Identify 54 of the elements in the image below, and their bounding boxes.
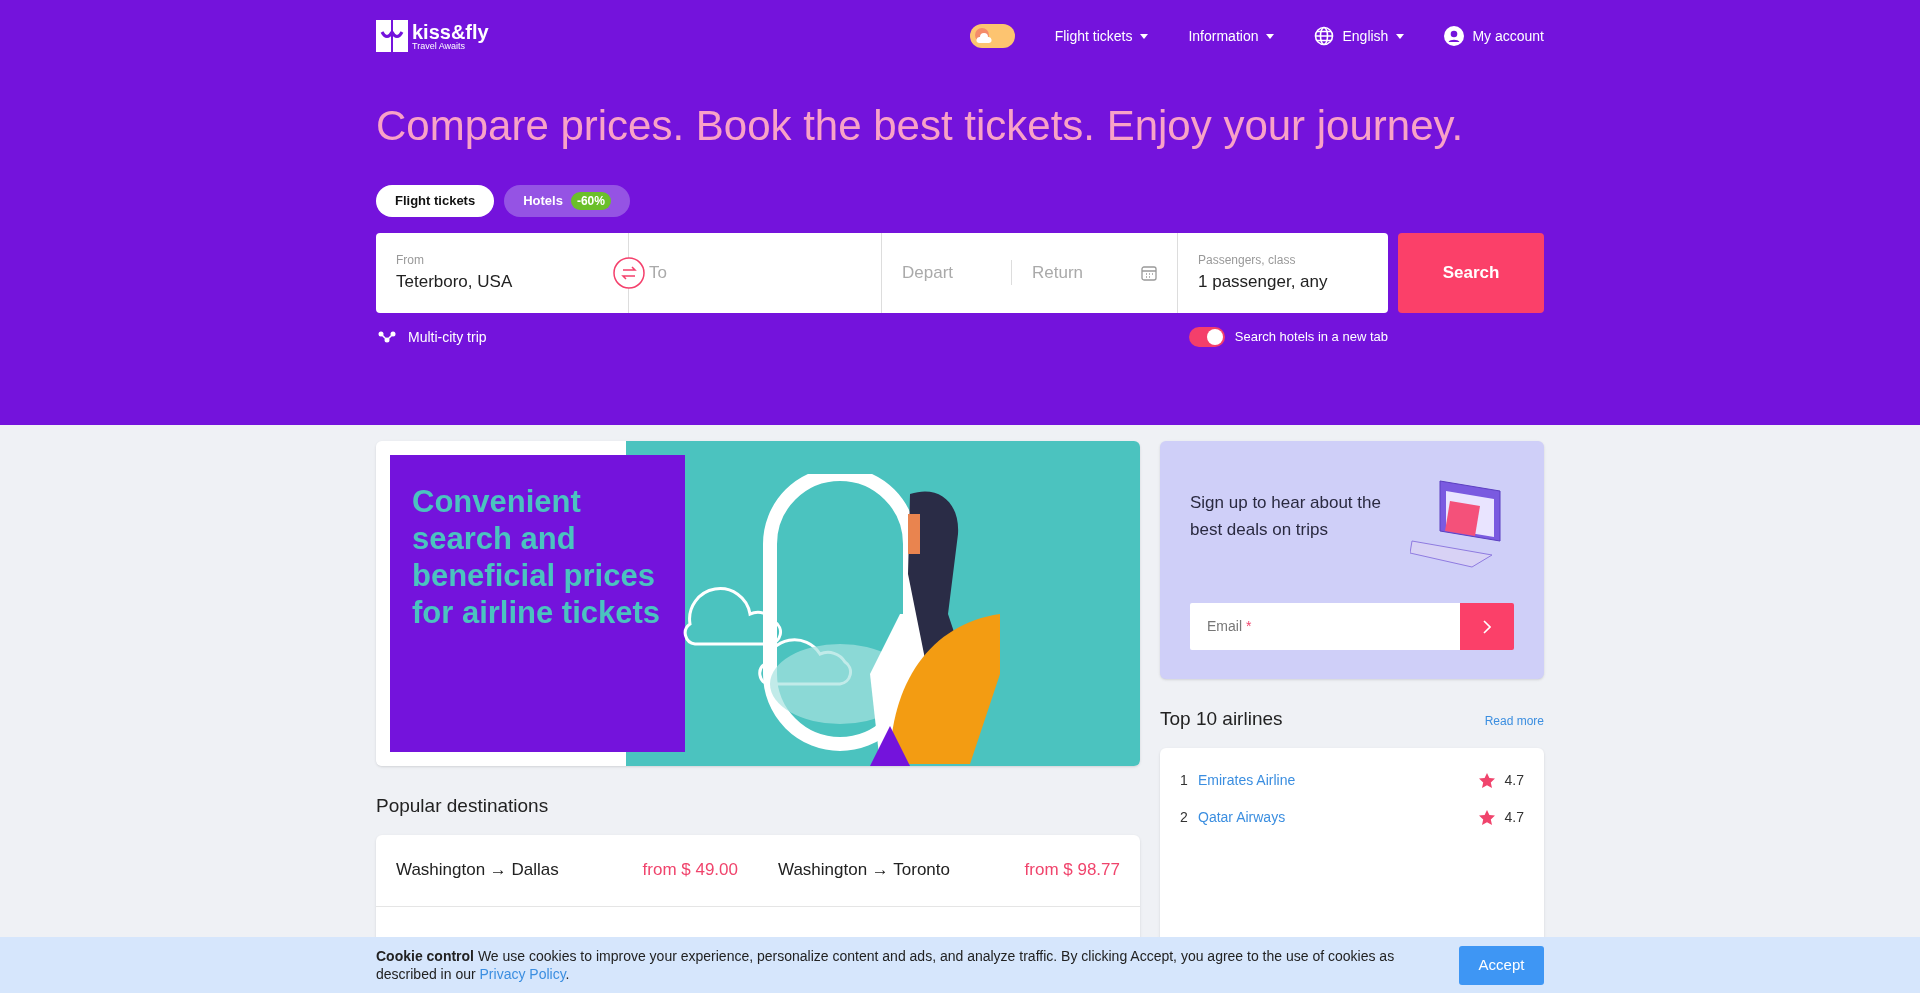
destination-link[interactable]: Washington → Toronto from $ 98.77	[758, 834, 1140, 906]
nav-link[interactable]: English	[1314, 25, 1405, 47]
airline-rating: 4.7	[1504, 770, 1524, 790]
discount-badge: -60%	[570, 191, 611, 210]
airline-rank: 2	[1180, 807, 1189, 827]
sun-cloud-icon	[973, 27, 994, 45]
airline-link[interactable]: Emirates Airline	[1198, 769, 1296, 791]
user-icon	[1444, 26, 1465, 46]
email-placeholder: Email	[1207, 617, 1242, 636]
from-field[interactable]: Teterboro, USA	[396, 268, 608, 295]
return-field[interactable]: Return	[1032, 259, 1132, 286]
passengers-field[interactable]: 1 passenger, any	[1198, 268, 1368, 295]
hotels-toggle-label: Search hotels in a new tab	[1234, 328, 1388, 347]
multi-city-link[interactable]: Multi-city trip	[378, 326, 487, 348]
theme-toggle[interactable]	[969, 24, 1015, 48]
required-mark: *	[1246, 617, 1252, 636]
destination-link[interactable]: Washington → Dallas from $ 49.00	[376, 834, 758, 906]
cookie-text: Cookie control We use cookies to improve your experience, personalize content and ads, and analyze traffic. By clicking Accept, you agree to the use of cookies as described in our Privacy Policy.	[376, 947, 1396, 983]
globe-icon	[1314, 26, 1335, 46]
search-tab[interactable]: Hotels -60%	[504, 184, 630, 217]
depart-field[interactable]: Depart	[902, 259, 1012, 286]
airline-rank: 1	[1180, 770, 1189, 790]
star-icon	[1478, 809, 1495, 825]
nav-link[interactable]: Information	[1188, 25, 1275, 47]
caret-icon	[1140, 33, 1149, 39]
swap-icon[interactable]	[613, 256, 645, 289]
logo-name: kiss&fly	[412, 21, 489, 42]
route-icon	[378, 330, 396, 344]
airline-rating: 4.7	[1504, 807, 1524, 827]
to-field[interactable]: To	[649, 259, 881, 286]
passengers-label: Passengers, class	[1198, 251, 1297, 269]
newsletter-text: Sign up to hear about the best deals on trips	[1190, 492, 1382, 541]
route-price: from $ 98.77	[1024, 859, 1120, 882]
section-title: Top 10 airlines	[1160, 707, 1283, 731]
from-label: From	[396, 251, 425, 269]
route-price: from $ 49.00	[642, 859, 738, 882]
search-tab[interactable]: Flight tickets	[376, 184, 495, 217]
chevron-right-icon	[1483, 619, 1491, 634]
hotels-toggle[interactable]	[1188, 327, 1225, 347]
section-title: Popular destinations	[376, 794, 550, 818]
route-name: Washington → Dallas	[396, 859, 559, 882]
calendar-icon	[1141, 264, 1157, 281]
logo-tagline: Travel Awaits	[412, 41, 466, 51]
headline: Compare prices. Book the best tickets. Enjoy your journey.	[376, 101, 1465, 151]
caret-icon	[1396, 33, 1405, 39]
caret-icon	[1266, 33, 1275, 39]
airline-link[interactable]: Qatar Airways	[1198, 806, 1286, 828]
star-icon	[1478, 772, 1495, 788]
route-name: Washington → Toronto	[778, 859, 950, 882]
nav-link[interactable]: My account	[1444, 25, 1544, 47]
banner-text: Convenient search and beneficial prices for airline tickets	[412, 483, 662, 631]
nav-link[interactable]: Flight tickets	[1054, 25, 1149, 47]
email-field[interactable]: Email *	[1190, 603, 1460, 650]
logo-icon	[376, 20, 408, 52]
